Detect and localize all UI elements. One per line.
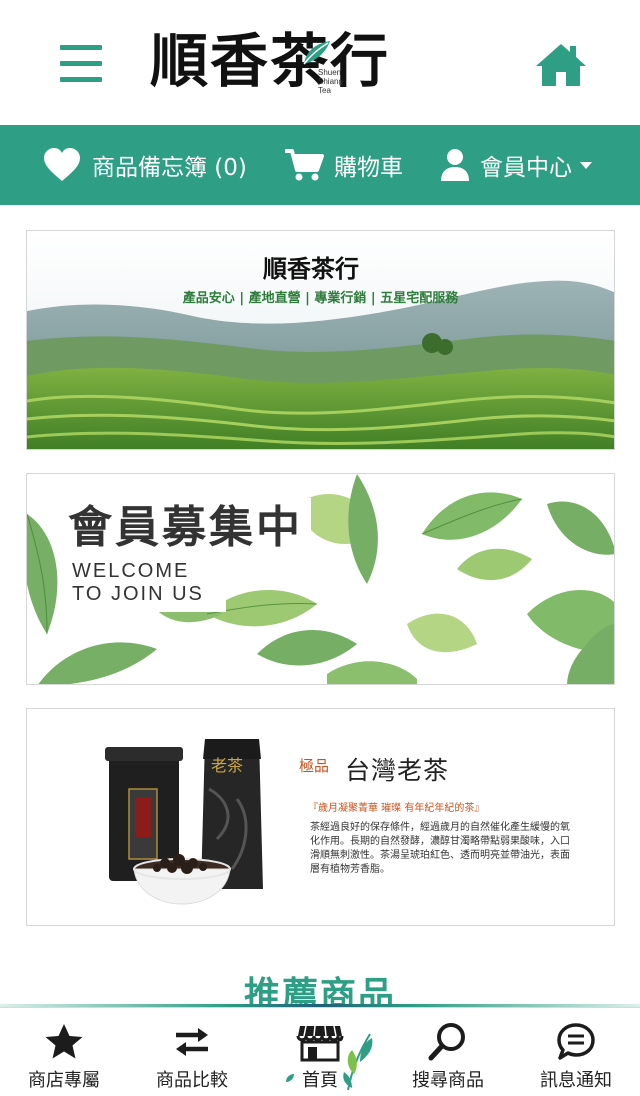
wishlist-link[interactable]: 商品備忘簿 (0)	[42, 125, 247, 205]
logo[interactable]: 順香茶行 Shuen Shiang Tea	[150, 20, 490, 110]
bag-label: 老茶	[211, 756, 243, 775]
cart-label: 購物車	[334, 155, 403, 181]
tab-label: 商店專屬	[28, 1070, 100, 1091]
banner-description: 茶經過良好的保存條件，經過歲月的自然催化產生緩慢的氧化作用。長期的自然發酵，濃醇…	[310, 822, 570, 875]
heart-icon	[44, 148, 80, 181]
banner-title: 會員募集中	[68, 502, 303, 553]
banner-label: 極品	[299, 757, 330, 775]
banner-brand[interactable]: 順香茶行 產品安心 | 產地直營 | 專業行銷 | 五星宅配服務	[26, 230, 615, 450]
tab-home[interactable]: 首頁	[256, 1008, 384, 1096]
banner-subtitle-line2: TO JOIN US	[72, 583, 204, 605]
banner-aged-tea[interactable]: 老茶 極品 台灣老茶 『歲月凝聚菁華 璀璨 有年紀年紀的茶』 茶經過良好的保存條…	[26, 708, 615, 926]
tab-label: 訊息通知	[540, 1070, 612, 1091]
menu-icon[interactable]	[60, 45, 102, 83]
chevron-down-icon	[580, 161, 592, 169]
tab-store-exclusive[interactable]: 商店專屬	[0, 1008, 128, 1096]
tea-product-image: 老茶	[105, 739, 263, 905]
banner-subtitle-box: WELCOME TO JOIN US	[60, 556, 226, 612]
storefront-icon	[296, 1025, 344, 1062]
leaf-icon	[303, 41, 330, 65]
cart-icon	[285, 149, 324, 181]
banner-logo-text: 順香茶行	[263, 254, 359, 283]
banner-slogan: 產品安心 | 產地直營 | 專業行銷 | 五星宅配服務	[182, 291, 459, 306]
cart-link[interactable]: 購物車	[284, 125, 403, 205]
tab-label: 搜尋商品	[412, 1070, 484, 1091]
star-icon	[45, 1024, 83, 1059]
search-icon	[428, 1023, 465, 1061]
tab-search[interactable]: 搜尋商品	[384, 1008, 512, 1096]
banner-subtitle-line1: WELCOME	[72, 560, 190, 582]
chat-icon	[557, 1023, 595, 1060]
compare-arrows-icon	[176, 1028, 208, 1056]
banner-quote: 『歲月凝聚菁華 璀璨 有年紀年紀的茶』	[308, 803, 485, 814]
home-icon[interactable]	[534, 42, 588, 88]
logo-text: 順香茶行	[150, 27, 391, 95]
top-nav: 商品備忘簿 (0) 購物車 會員中心	[0, 125, 640, 205]
tab-notifications[interactable]: 訊息通知	[512, 1008, 640, 1096]
banner-member-recruit[interactable]: 會員募集中 WELCOME TO JOIN US	[26, 473, 615, 685]
banner-title: 台灣老茶	[345, 756, 450, 785]
wishlist-label: 商品備忘簿 (0)	[92, 155, 247, 181]
banner-title-box: 會員募集中	[60, 498, 311, 553]
user-icon	[441, 149, 469, 181]
bottom-tab-bar: 商店專屬 商品比較 首頁 搜尋商品 訊息通知	[0, 1007, 640, 1096]
tab-label: 商品比較	[156, 1070, 228, 1091]
tab-label: 首頁	[302, 1070, 338, 1091]
member-center-dropdown[interactable]: 會員中心	[440, 125, 592, 205]
member-label: 會員中心	[480, 155, 572, 181]
header: 順香茶行 Shuen Shiang Tea	[0, 0, 640, 125]
tab-compare[interactable]: 商品比較	[128, 1008, 256, 1096]
logo-subtext: Shuen Shiang Tea	[318, 68, 343, 96]
